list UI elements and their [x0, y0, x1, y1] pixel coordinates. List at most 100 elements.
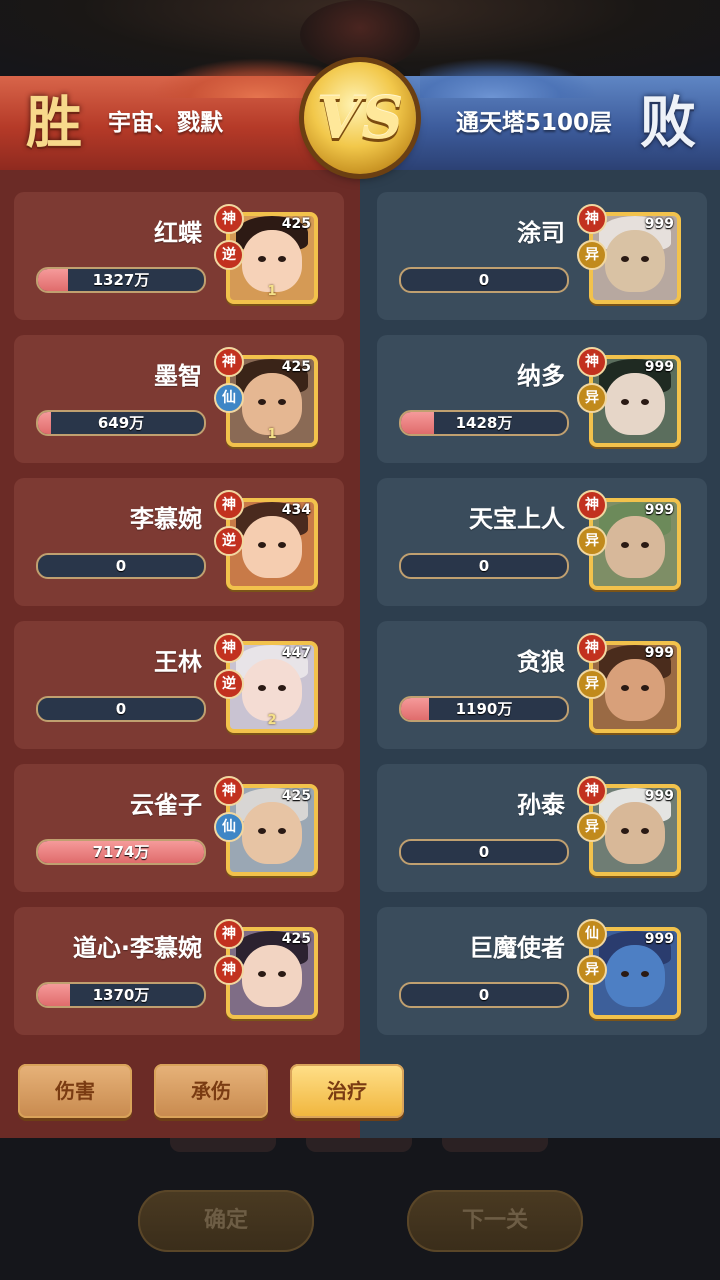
faction-badge: 异 — [577, 955, 607, 985]
healing-bar: 1370万 — [36, 982, 206, 1008]
healing-value: 0 — [115, 700, 127, 718]
hero-face — [242, 802, 302, 864]
healing-value: 7174万 — [92, 843, 150, 861]
hero-face — [242, 516, 302, 578]
hero-card[interactable]: 红蝶 1327万 425 1 神逆 — [14, 192, 344, 320]
rarity-badge: 神 — [577, 776, 607, 806]
hero-card[interactable]: 纳多 1428万 999 神异 — [377, 335, 707, 463]
faction-badge: 异 — [577, 526, 607, 556]
hero-star-rank — [593, 570, 677, 586]
hero-star-rank — [230, 570, 314, 586]
hero-star-rank: 1 — [267, 284, 277, 299]
hero-card[interactable]: 李慕婉 0 434 神逆 — [14, 478, 344, 606]
loser-team-name: 通天塔5100层 — [455, 110, 612, 136]
hero-eye — [258, 828, 266, 834]
healing-bar: 0 — [399, 839, 569, 865]
healing-value: 0 — [478, 271, 490, 289]
hero-eye — [641, 685, 649, 691]
hero-eye — [621, 542, 629, 548]
hero-eye — [621, 399, 629, 405]
hero-star-rank — [593, 284, 677, 300]
hero-eye — [641, 542, 649, 548]
hero-card[interactable]: 云雀子 7174万 425 神仙 — [14, 764, 344, 892]
winner-team-name: 宇宙、戮默 — [108, 110, 223, 136]
hero-name: 纳多 — [517, 362, 565, 390]
rarity-badge: 神 — [577, 347, 607, 377]
hero-card[interactable]: 巨魔使者 0 999 仙异 — [377, 907, 707, 1035]
tab-damage-taken[interactable]: 承伤 — [154, 1064, 268, 1118]
hero-badges: 神仙 — [214, 776, 244, 842]
hero-badges: 神异 — [577, 347, 607, 413]
rarity-badge: 神 — [214, 490, 244, 520]
healing-value: 1327万 — [92, 271, 150, 289]
healing-bar: 0 — [399, 267, 569, 293]
blue-flame-decoration — [420, 58, 600, 98]
hero-name: 孙泰 — [517, 791, 565, 819]
lose-label: 败 — [640, 90, 696, 156]
hero-level: 999 — [644, 645, 674, 661]
hero-card[interactable]: 道心·李慕婉 1370万 425 神神 — [14, 907, 344, 1035]
hero-name: 云雀子 — [130, 791, 202, 819]
hero-star-rank — [593, 856, 677, 872]
hero-eye — [278, 685, 286, 691]
healing-bar: 0 — [399, 982, 569, 1008]
rarity-badge: 神 — [577, 490, 607, 520]
next-level-button[interactable]: 下一关 — [407, 1190, 583, 1252]
hero-card[interactable]: 贪狼 1190万 999 神异 — [377, 621, 707, 749]
tab-healing[interactable]: 治疗 — [290, 1064, 404, 1118]
hero-level: 999 — [644, 931, 674, 947]
hero-eye — [621, 256, 629, 262]
hero-name: 李慕婉 — [130, 505, 202, 533]
hero-badges: 仙异 — [577, 919, 607, 985]
rarity-badge: 神 — [214, 919, 244, 949]
faction-badge: 仙 — [214, 812, 244, 842]
vs-emblem: VS — [304, 62, 416, 174]
hero-level: 999 — [644, 788, 674, 804]
hero-star-rank — [593, 999, 677, 1015]
tab-damage[interactable]: 伤害 — [18, 1064, 132, 1118]
hero-card[interactable]: 王林 0 447 2 神逆 — [14, 621, 344, 749]
hero-name: 巨魔使者 — [469, 934, 565, 962]
hero-eye — [621, 685, 629, 691]
hero-name: 红蝶 — [154, 219, 202, 247]
hero-level: 999 — [644, 216, 674, 232]
rarity-badge: 仙 — [577, 919, 607, 949]
hero-name: 王林 — [154, 648, 202, 676]
hero-face — [605, 659, 665, 721]
healing-value: 1370万 — [92, 986, 150, 1004]
hero-name: 涂司 — [517, 219, 565, 247]
hero-card[interactable]: 天宝上人 0 999 神异 — [377, 478, 707, 606]
hero-eye — [258, 542, 266, 548]
hero-star-rank — [593, 713, 677, 729]
healing-bar: 1428万 — [399, 410, 569, 436]
hero-level: 447 — [281, 645, 311, 661]
healing-value: 649万 — [97, 414, 145, 432]
hero-level: 425 — [281, 216, 311, 232]
healing-value: 1190万 — [455, 700, 513, 718]
hero-badges: 神仙 — [214, 347, 244, 413]
hero-star-rank: 1 — [267, 427, 277, 442]
hero-card[interactable]: 涂司 0 999 神异 — [377, 192, 707, 320]
hero-eye — [621, 828, 629, 834]
hero-badges: 神逆 — [214, 490, 244, 556]
hero-eye — [278, 256, 286, 262]
hero-card[interactable]: 孙泰 0 999 神异 — [377, 764, 707, 892]
faction-badge: 异 — [577, 812, 607, 842]
hero-card[interactable]: 墨智 649万 425 1 神仙 — [14, 335, 344, 463]
hero-eye — [641, 256, 649, 262]
healing-bar: 0 — [36, 696, 206, 722]
hero-level: 999 — [644, 359, 674, 375]
hero-name: 贪狼 — [517, 648, 565, 676]
healing-bar: 7174万 — [36, 839, 206, 865]
background-tab-shadow — [170, 1138, 276, 1152]
hero-level: 425 — [281, 931, 311, 947]
healing-bar: 1190万 — [399, 696, 569, 722]
faction-badge: 逆 — [214, 240, 244, 270]
faction-badge: 异 — [577, 383, 607, 413]
hero-eye — [621, 971, 629, 977]
hero-face — [605, 945, 665, 1007]
confirm-button[interactable]: 确定 — [138, 1190, 314, 1252]
hero-eye — [258, 685, 266, 691]
hero-face — [242, 373, 302, 435]
hero-badges: 神异 — [577, 490, 607, 556]
